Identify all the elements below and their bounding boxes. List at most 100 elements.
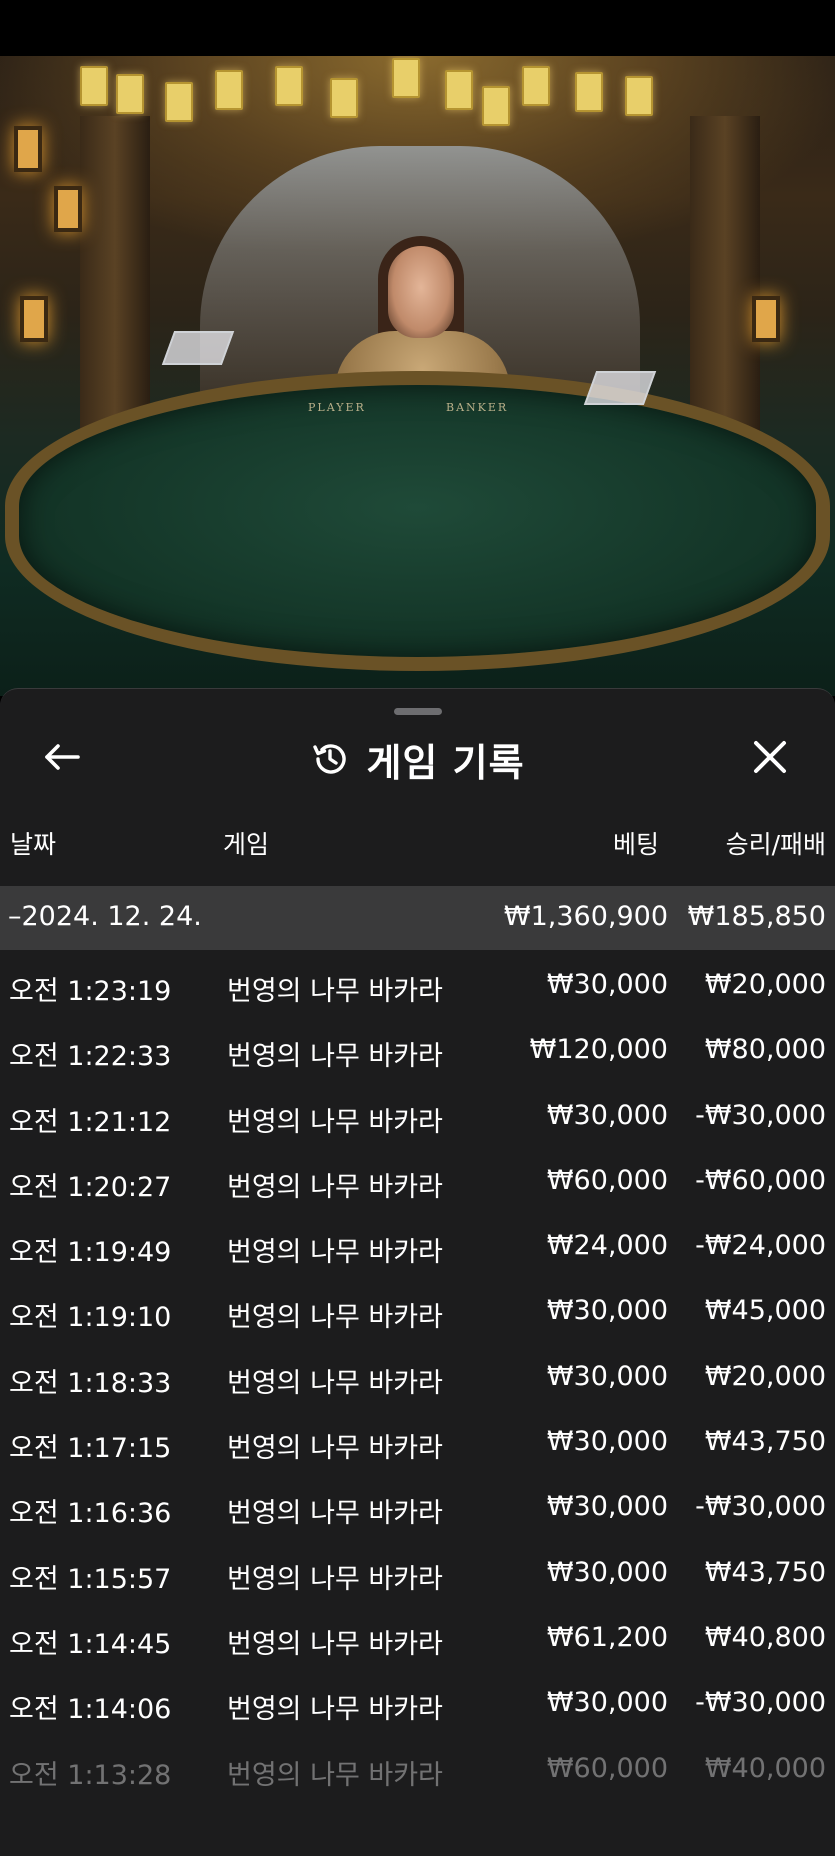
hanging-card — [575, 72, 603, 112]
row-game: 번영의 나무 바카라 — [227, 1106, 443, 1138]
row-time: 오전 1:14:06 — [9, 1694, 172, 1726]
history-clock-icon — [310, 739, 350, 779]
history-row[interactable]: 오전 1:23:19 번영의 나무 바카라 ₩30,000 ₩20,000 — [0, 951, 835, 1016]
close-button[interactable] — [744, 733, 796, 785]
hanging-card — [392, 58, 420, 98]
history-row[interactable]: 오전 1:15:57 번영의 나무 바카라 ₩30,000 ₩43,750 — [0, 1539, 835, 1604]
row-bet: ₩30,000 — [546, 1426, 668, 1458]
right-pillar — [690, 116, 760, 446]
hanging-card — [625, 76, 653, 116]
row-game: 번영의 나무 바카라 — [227, 1694, 443, 1726]
history-row[interactable]: 오전 1:22:33 번영의 나무 바카라 ₩120,000 ₩80,000 — [0, 1016, 835, 1081]
row-bet: ₩60,000 — [546, 1752, 668, 1784]
lantern — [14, 126, 42, 172]
row-game: 번영의 나무 바카라 — [227, 1367, 443, 1399]
column-header-result: 승리/패배 — [725, 830, 826, 859]
hanging-card — [445, 70, 473, 110]
screen: PLAYER BANKER 게임 기록 날짜 게임 베팅 승리/패배 –2024… — [0, 0, 835, 1856]
history-row[interactable]: 오전 1:21:12 번영의 나무 바카라 ₩30,000 -₩30,000 — [0, 1082, 835, 1147]
hanging-card — [522, 66, 550, 106]
row-result: ₩45,000 — [704, 1295, 826, 1327]
history-row[interactable]: 오전 1:13:28 번영의 나무 바카라 ₩60,000 ₩40,000 — [0, 1735, 835, 1800]
row-bet: ₩30,000 — [546, 1687, 668, 1719]
hanging-card — [330, 78, 358, 118]
row-result: ₩40,000 — [704, 1752, 826, 1784]
drag-handle[interactable] — [394, 708, 442, 715]
row-bet: ₩120,000 — [529, 1034, 668, 1066]
history-row[interactable]: 오전 1:16:36 번영의 나무 바카라 ₩30,000 -₩30,000 — [0, 1473, 835, 1538]
row-bet: ₩60,000 — [546, 1164, 668, 1196]
hanging-card — [215, 70, 243, 110]
row-result: -₩30,000 — [695, 1099, 826, 1131]
dealer-face — [388, 246, 454, 338]
hanging-card — [482, 86, 510, 126]
row-time: 오전 1:18:33 — [9, 1367, 172, 1399]
summary-bet-total: ₩1,360,900 — [503, 901, 668, 932]
table-label-player: PLAYER — [308, 401, 366, 414]
game-history-panel: 게임 기록 날짜 게임 베팅 승리/패배 –2024. 12. 24. ₩1,3… — [0, 688, 835, 1856]
history-row[interactable]: 오전 1:20:27 번영의 나무 바카라 ₩60,000 -₩60,000 — [0, 1147, 835, 1212]
row-time: 오전 1:22:33 — [9, 1041, 172, 1073]
row-game: 번영의 나무 바카라 — [227, 1498, 443, 1530]
panel-title: 게임 기록 — [366, 740, 525, 785]
title-group: 게임 기록 — [0, 719, 835, 799]
row-time: 오전 1:23:19 — [9, 976, 172, 1007]
row-result: ₩20,000 — [704, 969, 826, 1000]
row-time: 오전 1:20:27 — [9, 1171, 172, 1203]
row-result: ₩40,800 — [704, 1621, 826, 1653]
row-result: -₩30,000 — [695, 1687, 826, 1719]
back-button[interactable] — [36, 733, 88, 785]
column-header-bet: 베팅 — [612, 830, 659, 859]
row-bet: ₩30,000 — [546, 1556, 668, 1588]
row-game: 번영의 나무 바카라 — [227, 1433, 443, 1465]
live-video-stream: PLAYER BANKER — [0, 56, 835, 696]
row-bet: ₩30,000 — [546, 1491, 668, 1523]
card-shoe — [161, 331, 235, 365]
row-game: 번영의 나무 바카라 — [227, 1563, 443, 1595]
row-time: 오전 1:15:57 — [9, 1563, 172, 1595]
row-game: 번영의 나무 바카라 — [227, 1041, 443, 1073]
history-row[interactable]: 오전 1:18:33 번영의 나무 바카라 ₩30,000 ₩20,000 — [0, 1343, 835, 1408]
history-row[interactable]: 오전 1:19:10 번영의 나무 바카라 ₩30,000 ₩45,000 — [0, 1277, 835, 1342]
hanging-card — [165, 82, 193, 122]
row-bet: ₩30,000 — [546, 1360, 668, 1392]
history-row[interactable]: 오전 1:14:45 번영의 나무 바카라 ₩61,200 ₩40,800 — [0, 1604, 835, 1669]
row-time: 오전 1:13:28 — [9, 1759, 172, 1791]
row-result: ₩20,000 — [704, 1360, 826, 1392]
row-result: ₩43,750 — [704, 1426, 826, 1458]
row-game: 번영의 나무 바카라 — [227, 1302, 443, 1334]
lantern — [752, 296, 780, 342]
row-result: -₩60,000 — [695, 1164, 826, 1196]
history-row[interactable]: 오전 1:19:49 번영의 나무 바카라 ₩24,000 -₩24,000 — [0, 1212, 835, 1277]
row-game: 번영의 나무 바카라 — [227, 1237, 443, 1269]
lantern — [54, 186, 82, 232]
history-row[interactable]: 오전 1:14:06 번영의 나무 바카라 ₩30,000 -₩30,000 — [0, 1669, 835, 1734]
row-time: 오전 1:19:10 — [9, 1302, 172, 1334]
column-header-game: 게임 — [223, 830, 270, 859]
row-game: 번영의 나무 바카라 — [227, 1628, 443, 1660]
row-bet: ₩30,000 — [546, 969, 668, 1000]
column-headers: 날짜 게임 베팅 승리/패배 — [0, 817, 835, 861]
row-game: 번영의 나무 바카라 — [227, 1171, 443, 1203]
row-result: -₩24,000 — [695, 1230, 826, 1262]
row-bet: ₩24,000 — [546, 1230, 668, 1262]
lantern — [20, 296, 48, 342]
row-time: 오전 1:21:12 — [9, 1106, 172, 1138]
row-game: 번영의 나무 바카라 — [227, 1759, 443, 1791]
arrow-left-icon — [43, 742, 81, 776]
history-row[interactable]: 오전 1:17:15 번영의 나무 바카라 ₩30,000 ₩43,750 — [0, 1408, 835, 1473]
hanging-card — [80, 66, 108, 106]
row-bet: ₩30,000 — [546, 1295, 668, 1327]
hanging-card — [116, 74, 144, 114]
close-icon — [752, 739, 788, 779]
hanging-card — [275, 66, 303, 106]
row-bet: ₩30,000 — [546, 1099, 668, 1131]
row-result: ₩43,750 — [704, 1556, 826, 1588]
baccarat-table — [5, 371, 830, 671]
date-summary-row[interactable]: –2024. 12. 24. ₩1,360,900 ₩185,850 — [0, 886, 835, 950]
column-header-date: 날짜 — [10, 830, 57, 859]
panel-header: 게임 기록 — [0, 719, 835, 799]
row-time: 오전 1:17:15 — [9, 1433, 172, 1465]
row-time: 오전 1:19:49 — [9, 1237, 172, 1269]
row-bet: ₩61,200 — [546, 1621, 668, 1653]
